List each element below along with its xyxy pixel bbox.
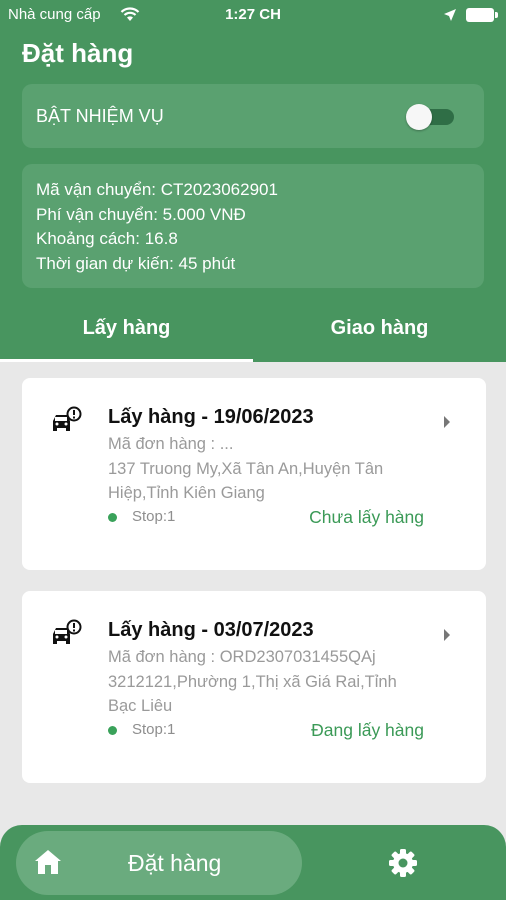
clock: 1:27 CH	[225, 6, 281, 23]
car-alert-icon	[50, 619, 82, 652]
nav-label: Đặt hàng	[128, 850, 222, 876]
status-dot-icon	[108, 513, 117, 522]
status-bar: Nhà cung cấp 1:27 CH	[0, 0, 506, 30]
gear-icon[interactable]	[388, 848, 418, 883]
order-description: Mã đơn hàng : ORD2307031455QAj 3212121,P…	[108, 645, 428, 719]
tab-delivery[interactable]: Giao hàng	[253, 302, 506, 362]
order-address-line: 137 Truong My,Xã Tân An,Huyện Tân	[108, 459, 384, 478]
order-title: Lấy hàng - 03/07/2023	[108, 619, 314, 641]
shipping-fee: Phí vận chuyển: 5.000 VNĐ	[36, 204, 246, 224]
toggle-knob	[406, 104, 432, 130]
tab-bar: Lấy hàng Giao hàng	[0, 302, 506, 362]
order-address-line: Hiệp,Tỉnh Kiên Giang	[108, 484, 265, 502]
order-address-line: Bạc Liêu	[108, 697, 173, 715]
order-address-line: 3212121,Phường 1,Thị xã Giá Rai,Tỉnh	[108, 672, 397, 691]
order-code: Mã đơn hàng : ORD2307031455QAj	[108, 648, 376, 666]
header: Nhà cung cấp 1:27 CH Đặt hàng BẬT NHIỆM …	[0, 0, 506, 362]
mission-label: BẬT NHIỆM VỤ	[36, 106, 164, 126]
chevron-right-icon[interactable]	[444, 416, 450, 428]
shipping-code: Mã vận chuyển: CT2023062901	[36, 180, 278, 199]
battery-icon	[466, 8, 498, 22]
mission-toggle[interactable]	[406, 104, 454, 130]
page-title: Đặt hàng	[22, 38, 134, 68]
bottom-nav: Đặt hàng	[0, 825, 506, 900]
tab-pickup[interactable]: Lấy hàng	[0, 302, 253, 362]
stop-count: Stop:1	[132, 508, 176, 525]
chevron-right-icon[interactable]	[444, 629, 450, 641]
mission-toggle-row: BẬT NHIỆM VỤ	[22, 84, 484, 148]
order-card[interactable]: Lấy hàng - 03/07/2023 Mã đơn hàng : ORD2…	[22, 591, 486, 783]
order-title: Lấy hàng - 19/06/2023	[108, 406, 314, 428]
home-icon	[34, 849, 62, 880]
location-arrow-icon	[444, 8, 456, 25]
order-code: Mã đơn hàng : ...	[108, 435, 234, 453]
estimated-time: Thời gian dự kiến: 45 phút	[36, 253, 236, 273]
car-alert-icon	[50, 406, 82, 439]
distance: Khoảng cách: 16.8	[36, 229, 178, 248]
order-description: Mã đơn hàng : ... 137 Truong My,Xã Tân A…	[108, 432, 428, 506]
shipping-info-card: Mã vận chuyển: CT2023062901 Phí vận chuy…	[22, 164, 484, 288]
order-card[interactable]: Lấy hàng - 19/06/2023 Mã đơn hàng : ... …	[22, 378, 486, 570]
tab-indicator	[0, 359, 253, 362]
status-dot-icon	[108, 726, 117, 735]
order-status: Chưa lấy hàng	[309, 507, 424, 527]
stop-count: Stop:1	[132, 721, 176, 738]
nav-item-orders[interactable]: Đặt hàng	[16, 831, 302, 895]
order-status: Đang lấy hàng	[311, 720, 424, 740]
